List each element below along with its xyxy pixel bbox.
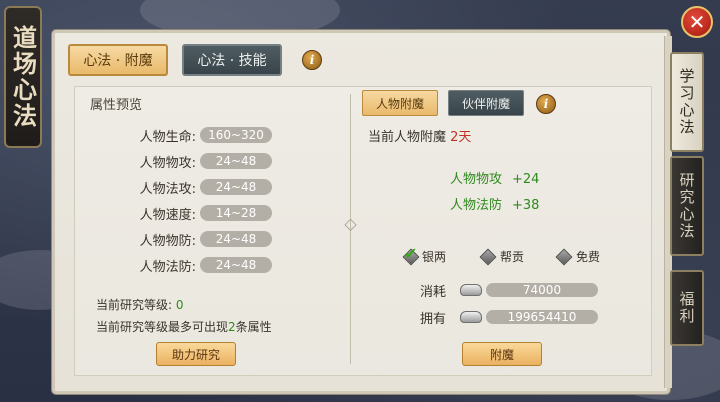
cost-value: 74000: [486, 283, 598, 297]
current-enchant-label: 当前人物附魔: [368, 130, 447, 145]
tab-xinfa-enchant[interactable]: 心法 · 附魔: [68, 44, 168, 76]
side-tab-label: 研究心法: [677, 172, 696, 240]
cost-label: 消耗: [420, 284, 447, 300]
payment-option-guild[interactable]: 帮贡: [479, 248, 525, 265]
tab-partner-enchant[interactable]: 伙伴附魔: [448, 90, 524, 116]
payment-option-label: 帮贡: [500, 250, 525, 264]
attribute-label: 人物法攻:: [139, 181, 196, 197]
owned-label: 拥有: [420, 311, 447, 327]
attribute-preview-title: 属性预览: [90, 98, 143, 113]
attribute-label: 人物生命:: [139, 129, 196, 145]
attribute-row: 人物生命: 160~320: [120, 126, 272, 145]
tab-xinfa-skill[interactable]: 心法 · 技能: [182, 44, 282, 76]
title-banner: 道场心法: [4, 6, 42, 148]
silver-ingot-icon: [460, 284, 482, 296]
attribute-value: 24~48: [200, 179, 272, 195]
side-tab-label: 学习心法: [677, 68, 696, 136]
diamond-icon: [479, 248, 497, 265]
side-tab-label: 福利: [677, 291, 696, 325]
attribute-value: 24~48: [200, 231, 272, 247]
payment-option-free[interactable]: 免费: [555, 248, 601, 265]
max-attribute-line: 当前研究等级最多可出现2条属性: [96, 318, 272, 335]
bonus-name: 人物物攻: [450, 172, 503, 187]
payment-option-label: 免费: [576, 250, 601, 264]
current-enchant-duration: 2天: [450, 130, 472, 145]
bonus-name: 人物法防: [450, 198, 503, 213]
attribute-row: 人物法攻: 24~48: [120, 178, 272, 197]
side-tab-research-xinfa[interactable]: 研究心法: [670, 156, 704, 256]
side-tab-learn-xinfa[interactable]: 学习心法: [670, 52, 704, 152]
bonus-row: 人物法防 +38: [450, 194, 539, 213]
owned-row: 拥有 199654410: [420, 307, 598, 327]
owned-value: 199654410: [486, 310, 598, 324]
research-level-value: 0: [175, 298, 184, 312]
divider-ornament-icon: ◇: [344, 214, 357, 233]
attribute-label: 人物物攻:: [139, 155, 196, 171]
attribute-value: 24~48: [200, 153, 272, 169]
max-attribute-suffix: 条属性: [235, 320, 272, 334]
close-button[interactable]: ✕: [681, 6, 713, 38]
attribute-label: 人物法防:: [139, 259, 196, 275]
attribute-row: 人物物攻: 24~48: [120, 152, 272, 171]
payment-option-label: 银两: [422, 250, 447, 264]
checkmark-icon: ✔: [404, 243, 418, 263]
bonus-value: +38: [512, 198, 540, 213]
diamond-icon: [555, 248, 573, 265]
attribute-row: 人物速度: 14~28: [120, 204, 272, 223]
tab-character-enchant[interactable]: 人物附魔: [362, 90, 438, 116]
title-banner-text: 道场心法: [8, 25, 38, 129]
research-level-line: 当前研究等级: 0: [96, 296, 184, 313]
close-icon: ✕: [688, 10, 706, 34]
attribute-value: 24~48: [200, 257, 272, 273]
current-enchant-line: 当前人物附魔 2天: [368, 126, 471, 145]
attribute-row: 人物物防: 24~48: [120, 230, 272, 249]
max-attribute-prefix: 当前研究等级最多可出现: [96, 320, 229, 334]
research-level-label: 当前研究等级:: [96, 298, 173, 312]
assist-research-button[interactable]: 助力研究: [156, 342, 236, 366]
payment-option-silver[interactable]: ✔ 银两: [402, 244, 447, 265]
bonus-value: +24: [512, 172, 540, 187]
attribute-value: 14~28: [200, 205, 272, 221]
attribute-label: 人物物防:: [139, 233, 196, 249]
enchant-button[interactable]: 附魔: [462, 342, 542, 366]
attribute-row: 人物法防: 24~48: [120, 256, 272, 275]
silver-ingot-icon: [460, 311, 482, 323]
cost-row: 消耗 74000: [420, 280, 598, 300]
info-icon[interactable]: i: [536, 94, 556, 114]
checkbox: ✔: [402, 244, 420, 265]
attribute-label: 人物速度:: [139, 207, 196, 223]
attribute-value: 160~320: [200, 127, 272, 143]
info-icon[interactable]: i: [302, 50, 322, 70]
max-attribute-count: 2: [228, 320, 236, 334]
bonus-row: 人物物攻 +24: [450, 168, 539, 187]
side-tab-welfare[interactable]: 福利: [670, 270, 704, 346]
